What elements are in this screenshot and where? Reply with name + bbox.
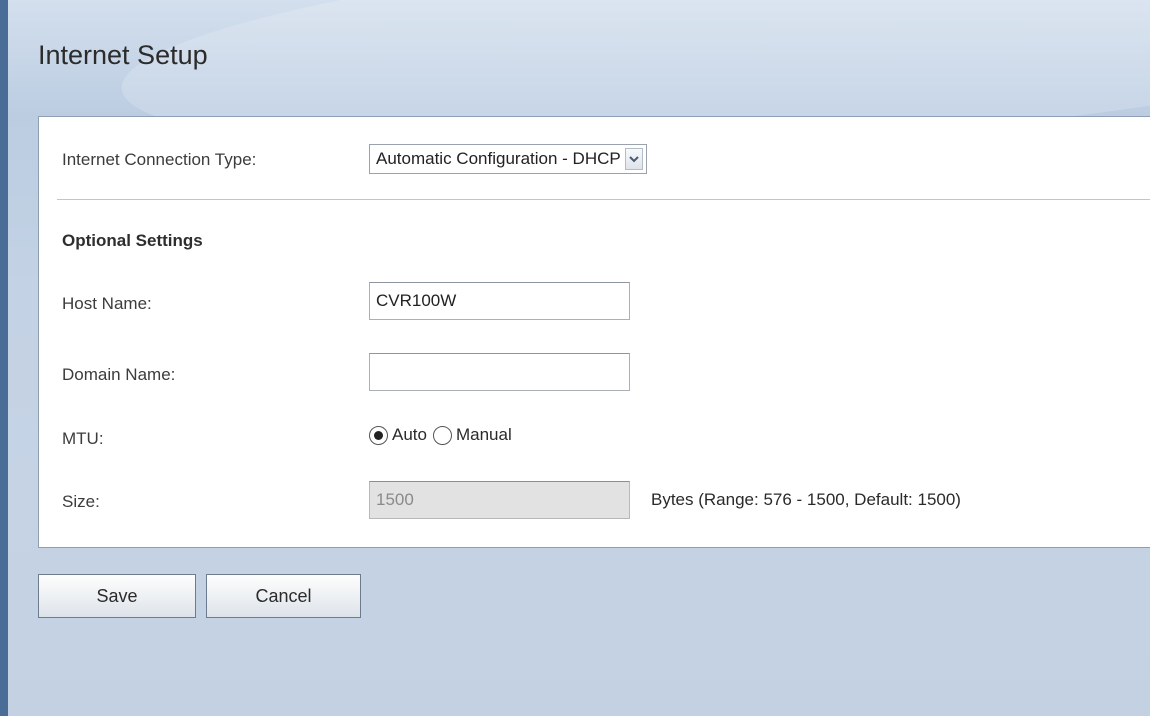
mtu-radio-group: Auto Manual [369, 425, 518, 445]
save-button[interactable]: Save [38, 574, 196, 618]
host-name-input[interactable] [369, 282, 630, 320]
mtu-manual-label[interactable]: Manual [456, 425, 512, 445]
connection-type-value: Automatic Configuration - DHCP [376, 149, 621, 168]
domain-name-input[interactable] [369, 353, 630, 391]
chevron-down-icon[interactable] [624, 148, 643, 170]
connection-type-select[interactable]: Automatic Configuration - DHCP [369, 144, 647, 174]
mtu-label: MTU: [62, 429, 104, 448]
mtu-auto-label[interactable]: Auto [392, 425, 427, 445]
mtu-manual-radio[interactable] [432, 425, 452, 445]
size-range-hint: Bytes (Range: 576 - 1500, Default: 1500) [651, 490, 961, 509]
domain-name-label: Domain Name: [62, 365, 176, 384]
size-label: Size: [62, 492, 100, 511]
size-input[interactable] [369, 481, 630, 519]
settings-panel: Internet Connection Type: Automatic Conf… [38, 116, 1150, 548]
section-divider [57, 199, 1150, 200]
connection-type-label: Internet Connection Type: [62, 150, 257, 169]
left-edge-bar [0, 0, 8, 716]
host-name-label: Host Name: [62, 294, 152, 313]
mtu-auto-radio[interactable] [369, 425, 388, 445]
optional-settings-heading: Optional Settings [62, 231, 203, 250]
page-title: Internet Setup [38, 40, 208, 70]
page-background: Internet Setup Internet Connection Type:… [0, 0, 1150, 716]
cancel-button[interactable]: Cancel [206, 574, 361, 618]
